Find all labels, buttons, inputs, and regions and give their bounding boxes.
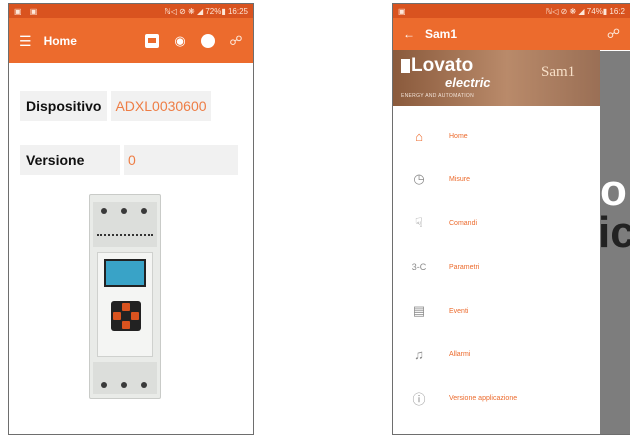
menu-item-versione-applicazione[interactable]: ⓘ Versione applicazione bbox=[393, 386, 600, 410]
device-image bbox=[89, 194, 161, 399]
device-keypad bbox=[111, 301, 141, 331]
menu-item-label: Home bbox=[449, 132, 468, 140]
menu-item-comandi[interactable]: ☟ Comandi bbox=[393, 211, 600, 235]
app-bar: ☰ Home ◉ ☍ bbox=[9, 18, 253, 63]
content-behind-drawer: o ic bbox=[600, 51, 630, 434]
app-bar: ← Sam1 ☍ bbox=[393, 18, 630, 50]
status-notification-icons: ▣ bbox=[398, 6, 406, 16]
status-system-info: ℕ◁ ⊘ ❋ ◢ 72%▮ 16:25 bbox=[164, 6, 248, 16]
lovato-logo-icon bbox=[401, 59, 410, 73]
version-label: Versione bbox=[20, 145, 120, 175]
device-field: Dispositivo ADXL0030600 bbox=[20, 91, 211, 121]
status-bar: ▣ ▣ ℕ◁ ⊘ ❋ ◢ 72%▮ 16:25 bbox=[9, 4, 253, 18]
menu-item-label: Eventi bbox=[449, 307, 469, 315]
device-value: ADXL0030600 bbox=[111, 91, 211, 121]
status-system-info: ℕ◁ ⊘ ❋ ◢ 74%▮ 16:2 bbox=[545, 6, 625, 16]
plug-icon[interactable]: ☍ bbox=[229, 33, 243, 48]
menu-item-label: Versione applicazione bbox=[449, 394, 518, 402]
behind-text-line1: o bbox=[600, 166, 627, 215]
menu-item-home[interactable]: ⌂ Home bbox=[393, 124, 600, 148]
version-value: 0 bbox=[124, 145, 238, 175]
right-phone-screen: ▣ ℕ◁ ⊘ ❋ ◢ 74%▮ 16:2 ← Sam1 ☍ o ic Lovat… bbox=[392, 3, 630, 435]
menu-icon[interactable]: ☰ bbox=[19, 34, 32, 48]
wifi-icon[interactable]: ◉ bbox=[173, 33, 187, 48]
hand-pointer-icon: ☟ bbox=[415, 215, 423, 230]
brand-tagline: ENERGY AND AUTOMATION bbox=[401, 93, 474, 99]
product-name: Sam1 bbox=[541, 64, 576, 80]
brand-subname: electric bbox=[445, 75, 491, 90]
menu-item-label: Misure bbox=[449, 175, 471, 183]
alarm-bell-icon: ♫ bbox=[414, 346, 424, 362]
parameters-icon: 3-C bbox=[411, 262, 427, 272]
events-icon: ▤ bbox=[412, 303, 426, 318]
drawer-header: Lovato electric ENERGY AND AUTOMATION Sa… bbox=[393, 50, 600, 106]
device-label: Dispositivo bbox=[20, 91, 108, 121]
app-bar-title: Home bbox=[43, 33, 77, 48]
brand-name: Lovato bbox=[411, 55, 474, 76]
menu-item-parametri[interactable]: 3-C Parametri bbox=[393, 255, 600, 279]
home-icon: ⌂ bbox=[415, 128, 423, 144]
card-icon[interactable] bbox=[145, 33, 159, 48]
plug-icon[interactable]: ☍ bbox=[607, 27, 620, 41]
measure-icon: ◷ bbox=[413, 171, 425, 186]
navigation-drawer: Lovato electric ENERGY AND AUTOMATION Sa… bbox=[393, 50, 600, 434]
back-arrow-icon[interactable]: ← bbox=[403, 27, 415, 41]
menu-item-label: Parametri bbox=[449, 263, 480, 271]
connection-status-icon[interactable] bbox=[201, 33, 215, 48]
status-notification-icons: ▣ ▣ bbox=[14, 6, 41, 16]
left-phone-screen: ▣ ▣ ℕ◁ ⊘ ❋ ◢ 72%▮ 16:25 ☰ Home ◉ ☍ Dispo… bbox=[8, 3, 254, 435]
menu-item-label: Comandi bbox=[449, 219, 478, 227]
menu-item-eventi[interactable]: ▤ Eventi bbox=[393, 299, 600, 323]
version-field: Versione 0 bbox=[20, 145, 238, 175]
status-bar: ▣ ℕ◁ ⊘ ❋ ◢ 74%▮ 16:2 bbox=[393, 4, 630, 18]
info-icon: ⓘ bbox=[412, 391, 426, 407]
device-display bbox=[104, 259, 146, 287]
menu-item-misure[interactable]: ◷ Misure bbox=[393, 167, 600, 191]
menu-item-allarmi[interactable]: ♫ Allarmi bbox=[393, 342, 600, 366]
behind-text-line2: ic bbox=[600, 211, 630, 255]
app-bar-title: Sam1 bbox=[425, 27, 458, 41]
menu-item-label: Allarmi bbox=[449, 350, 471, 358]
